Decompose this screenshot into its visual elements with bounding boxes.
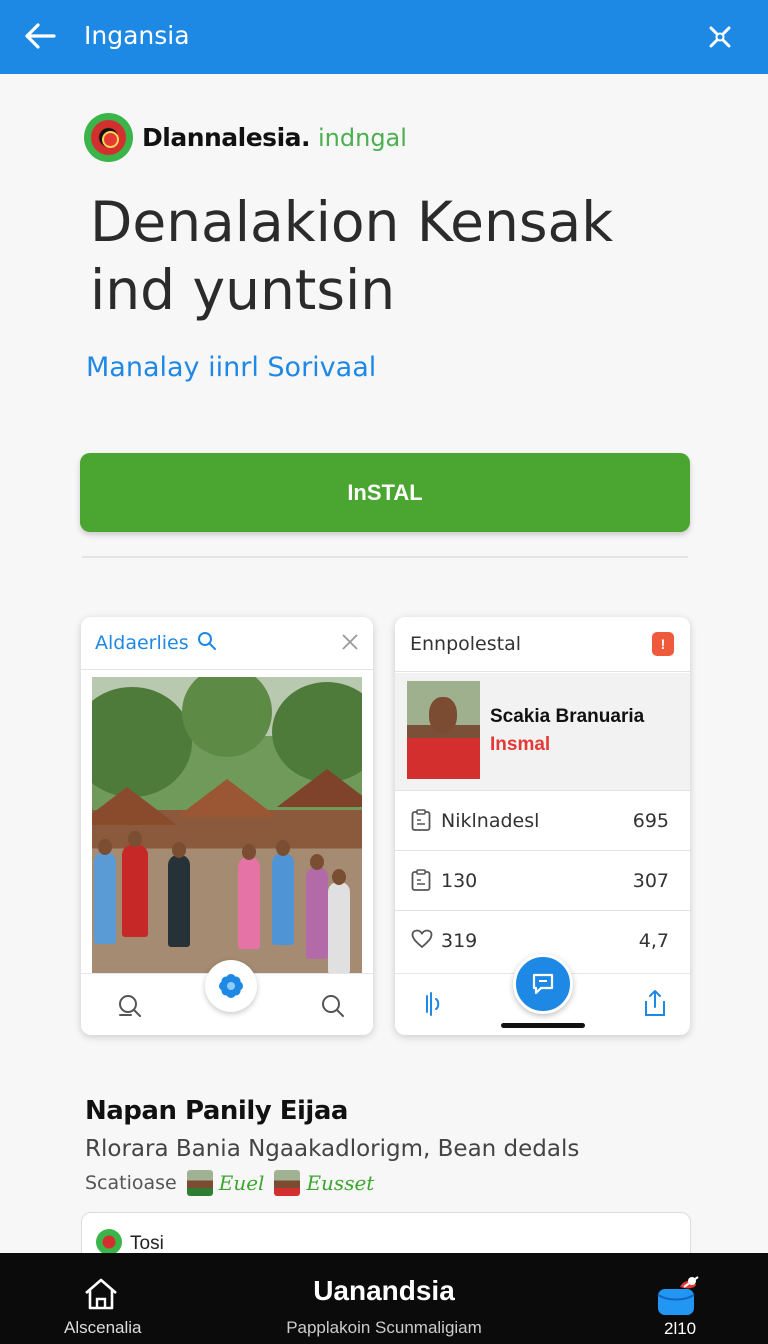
shopping-bag-icon[interactable] bbox=[654, 1275, 702, 1322]
stat-value: 307 bbox=[632, 870, 669, 892]
clipboard-icon bbox=[411, 869, 431, 896]
tag-label[interactable]: Euel bbox=[219, 1171, 265, 1195]
search-icon bbox=[117, 993, 143, 1024]
stat-label: 319 bbox=[441, 930, 478, 952]
nav-brand-sub: Papplakoin Scunmaligiam bbox=[286, 1318, 482, 1337]
thumbnail bbox=[274, 1170, 301, 1196]
search-icon bbox=[320, 993, 346, 1024]
sound-icon bbox=[421, 990, 447, 1023]
stat-value: 695 bbox=[632, 810, 669, 832]
tag-label[interactable]: Eusset bbox=[306, 1171, 374, 1195]
developer-link[interactable]: Manalay iinrl Sorivaal bbox=[86, 352, 376, 383]
nav-bag-label[interactable]: 2l10 bbox=[664, 1319, 696, 1339]
clipboard-icon bbox=[411, 809, 431, 836]
share-icon bbox=[643, 989, 667, 1022]
screenshot-left-toolbar bbox=[81, 960, 373, 1035]
section-meta: Scatioase Euel Eusset bbox=[85, 1170, 374, 1196]
tosi-label: Tosi bbox=[130, 1233, 164, 1254]
section-description: Rlorara Bania Ngaakadlorigm, Bean dedals bbox=[85, 1136, 580, 1162]
screenshot-left-header: Aldaerlies bbox=[81, 617, 373, 670]
stat-row: Niklnadesl 695 bbox=[395, 791, 690, 851]
close-icon bbox=[341, 633, 359, 656]
app-bar-title: Ingansia bbox=[84, 21, 190, 50]
close-icon[interactable] bbox=[702, 19, 738, 55]
section-title: Napan Panily Eijaa bbox=[85, 1096, 348, 1126]
stat-label: 130 bbox=[441, 870, 478, 892]
home-indicator bbox=[501, 1023, 585, 1028]
profile-card: Scakia Branuaria Insmal bbox=[395, 673, 690, 791]
back-arrow-icon[interactable] bbox=[22, 18, 58, 54]
screenshot-left-title: Aldaerlies bbox=[95, 632, 189, 654]
nav-brand-name: Uanandsia bbox=[313, 1275, 455, 1306]
app-bar: Ingansia bbox=[0, 0, 768, 74]
stat-label: Niklnadesl bbox=[441, 810, 540, 832]
screenshot-right-toolbar bbox=[395, 954, 690, 1035]
app-logo-icon bbox=[96, 1229, 122, 1255]
stat-row: 130 307 bbox=[395, 851, 690, 911]
app-brand-suffix: indngal bbox=[318, 123, 407, 152]
screenshot-right-header: Ennpolestal ! bbox=[395, 617, 690, 672]
village-photo bbox=[92, 677, 362, 973]
screenshot-left[interactable]: Aldaerlies bbox=[81, 617, 373, 1035]
meta-label: Scatioase bbox=[85, 1172, 177, 1194]
screenshot-right-title: Ennpolestal bbox=[410, 633, 522, 655]
flower-icon bbox=[205, 960, 257, 1012]
profile-name: Scakia Branuaria bbox=[490, 706, 645, 727]
profile-role: Insmal bbox=[490, 734, 551, 755]
screenshot-right[interactable]: Ennpolestal ! Scakia Branuaria Insmal Ni… bbox=[395, 617, 690, 1035]
heart-icon bbox=[411, 929, 433, 954]
install-button[interactable]: InSTAL bbox=[80, 453, 690, 532]
stat-value: 4,7 bbox=[638, 930, 669, 952]
bottom-nav: Alscenalia Uanandsia Papplakoin Scunmali… bbox=[0, 1253, 768, 1344]
divider bbox=[82, 556, 688, 558]
thumbnail bbox=[186, 1170, 213, 1196]
chat-icon bbox=[513, 954, 573, 1014]
app-brand-name: Dlannalesia. bbox=[142, 123, 311, 152]
app-headline: Denalakion Kensak ind yuntsin bbox=[90, 190, 614, 322]
avatar bbox=[407, 681, 480, 779]
search-icon bbox=[197, 631, 217, 656]
notification-badge-icon: ! bbox=[652, 632, 674, 656]
app-logo-icon bbox=[84, 113, 133, 162]
app-brand: Dlannalesia. indngal bbox=[84, 113, 407, 162]
